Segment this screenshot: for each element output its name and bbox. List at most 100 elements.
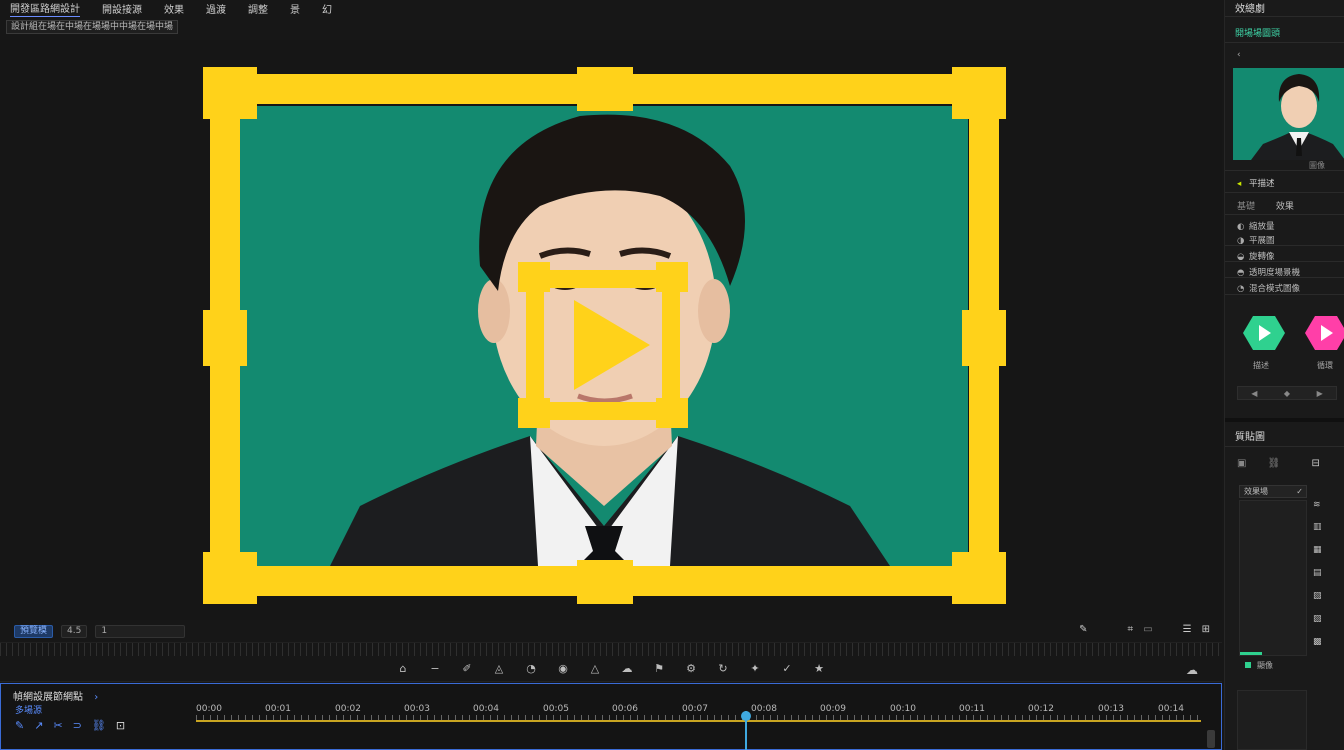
props-tabs: 基礎 效果 <box>1237 199 1312 212</box>
grid-icon[interactable]: ▭ <box>1143 624 1152 635</box>
flag-icon[interactable]: ⚑ <box>653 662 665 675</box>
triangle-icon[interactable]: △ <box>589 662 601 675</box>
transport-bar: 預覽模 4.5 1 ✎ ⌗ ▭ ☰ ⊞ <box>0 620 1222 642</box>
columns-icon[interactable]: ▤ <box>1313 568 1322 578</box>
panel-title: 效總劇 <box>1235 4 1265 15</box>
props-header[interactable]: ◂ 平描述 <box>1237 177 1275 189</box>
divider <box>1225 418 1344 422</box>
menu-item-misc[interactable]: 幻 <box>322 1 332 16</box>
minus-icon[interactable]: − <box>429 662 441 675</box>
ruler-label: 00:03 <box>404 704 430 714</box>
panel-tab[interactable]: 開場場圖頭 <box>1235 26 1280 39</box>
ruler-label: 00:14 <box>1158 704 1184 714</box>
rows-icon[interactable]: ▧ <box>1313 591 1322 601</box>
divider <box>1225 192 1344 193</box>
fx-label: 描述 <box>1253 361 1269 370</box>
right-panel: 效總劇 開場場圖頭 ‹ 圖像 ◂ 平描述 基礎 效果 ◐ 縮放量 ◑ 平展圖 ◒ 旋轉像 <box>1224 0 1344 750</box>
menu-item-scene[interactable]: 景 <box>290 1 300 16</box>
curve-icon[interactable]: ↻ <box>717 662 729 675</box>
fx-button-loop[interactable] <box>1303 312 1344 354</box>
effect-list[interactable] <box>1239 500 1307 656</box>
menu-item-adjust[interactable]: 調整 <box>248 1 268 16</box>
ruler-label: 00:13 <box>1098 704 1124 714</box>
clip-thumbnail[interactable] <box>1233 68 1344 160</box>
time-display[interactable]: 4.5 <box>61 624 88 638</box>
timeline-scrollbar[interactable] <box>1207 730 1215 748</box>
divider <box>1225 277 1344 278</box>
fx-controls: ◀ ◆ ▶ <box>1237 386 1337 400</box>
thumbnail-portrait <box>1233 68 1344 160</box>
tool-row: ⌂ − ✐ ◬ ◔ ◉ △ ☁ ⚑ ⚙ ↻ ✦ ✓ ★ ☁ <box>0 656 1222 682</box>
menu-item-project[interactable]: 開發區路網設計 <box>10 0 80 17</box>
pen-icon[interactable]: ✎ <box>1079 624 1087 635</box>
ruler-label: 00:04 <box>473 704 499 714</box>
panel-icon[interactable]: ▥ <box>1313 522 1322 532</box>
fx-button-describe[interactable] <box>1241 312 1285 354</box>
expand-icon[interactable]: ⊟ <box>1312 458 1320 469</box>
star-icon[interactable]: ★ <box>813 662 825 675</box>
preview-mode-toggle[interactable]: 預覽模 <box>14 624 54 638</box>
breadcrumb[interactable]: 設計組在場在中場在場場中中場在場中場 <box>6 20 179 34</box>
layout-icon[interactable]: ☰ <box>1183 624 1192 635</box>
magnet-icon[interactable]: ⊃ <box>73 719 82 732</box>
link-icon[interactable]: ⛓ <box>1268 458 1281 469</box>
menu-item-transitions[interactable]: 過渡 <box>206 1 226 16</box>
section2-title: 質貼圖 <box>1235 432 1265 443</box>
fx-pink-icon <box>1305 316 1344 350</box>
preview-scrubber[interactable] <box>0 642 1222 656</box>
box-icon[interactable]: ▨ <box>1313 614 1322 624</box>
select-icon[interactable]: ↗ <box>34 719 43 732</box>
ruler-label: 00:10 <box>890 704 916 714</box>
prev-icon[interactable]: ◀ <box>1251 389 1257 398</box>
play-frame-icon <box>518 262 688 428</box>
play-icon[interactable] <box>518 262 688 428</box>
playhead[interactable] <box>741 711 751 750</box>
section2-footer: 顯像 <box>1245 660 1273 671</box>
tab-effects[interactable]: 效果 <box>1276 202 1294 212</box>
divider <box>1225 294 1344 295</box>
menu-item-source[interactable]: 開設接源 <box>102 1 142 16</box>
crop-icon[interactable]: ⌗ <box>1128 624 1134 635</box>
fx-green-icon <box>1243 316 1285 350</box>
gear-icon[interactable]: ⚙ <box>685 662 697 675</box>
divider <box>1225 42 1344 43</box>
divider <box>1225 214 1344 215</box>
pen-icon[interactable]: ✎ <box>15 719 24 732</box>
link-icon[interactable]: ⛓ <box>92 719 106 732</box>
lock-icon[interactable]: ⊡ <box>116 719 125 732</box>
tab-basic[interactable]: 基礎 <box>1237 202 1255 212</box>
ruler-label: 00:07 <box>682 704 708 714</box>
export-icon[interactable]: ☁ <box>1186 663 1198 677</box>
table-icon[interactable]: ▦ <box>1313 545 1322 555</box>
prop-row[interactable]: ◐ 縮放量 <box>1237 220 1275 232</box>
check-icon[interactable]: ✓ <box>781 662 793 675</box>
brush-icon[interactable]: ✐ <box>461 662 473 675</box>
menu-item-effects[interactable]: 效果 <box>164 1 184 16</box>
image-icon[interactable]: ▣ <box>1237 458 1246 469</box>
ruler-label: 00:08 <box>751 704 777 714</box>
ruler-label: 00:12 <box>1028 704 1054 714</box>
prop-row[interactable]: ◔ 混合模式圖像 <box>1237 282 1300 294</box>
ruler-label: 00:01 <box>265 704 291 714</box>
wave-icon[interactable]: ≋ <box>1313 500 1321 510</box>
droplet-icon[interactable]: ◔ <box>525 662 537 675</box>
effect-select[interactable]: 效果場 ✓ <box>1239 485 1307 498</box>
rate-field[interactable]: 1 <box>95 624 186 638</box>
circle-icon[interactable]: ◉ <box>557 662 569 675</box>
back-arrow-icon[interactable]: ‹ <box>1237 50 1241 60</box>
editor-app: 開發區路網設計 開設接源 效果 過渡 調整 景 幻 設計組在場在中場在場場中中場… <box>0 0 1344 750</box>
bucket-icon[interactable]: ◬ <box>493 662 505 675</box>
grid-small-icon[interactable]: ▩ <box>1313 637 1322 647</box>
timeline-panel[interactable]: 幀網設展節網點 › 多場源 ✎ ↗ ✂ ⊃ ⛓ ⊡ 00:00 00:01 00… <box>0 683 1222 750</box>
home-icon[interactable]: ⌂ <box>397 662 409 675</box>
keyframe-icon[interactable]: ◆ <box>1284 389 1290 398</box>
cloud-icon[interactable]: ☁ <box>621 662 633 675</box>
wand-icon[interactable]: ✦ <box>749 662 761 675</box>
fx-label: 循環 <box>1317 361 1333 370</box>
ruler-label: 00:09 <box>820 704 846 714</box>
next-icon[interactable]: ▶ <box>1317 389 1323 398</box>
timeline-track-line[interactable] <box>196 720 1201 722</box>
zoom-icon[interactable]: ⊞ <box>1202 624 1210 635</box>
divider <box>1225 261 1344 262</box>
razor-icon[interactable]: ✂ <box>53 719 62 732</box>
